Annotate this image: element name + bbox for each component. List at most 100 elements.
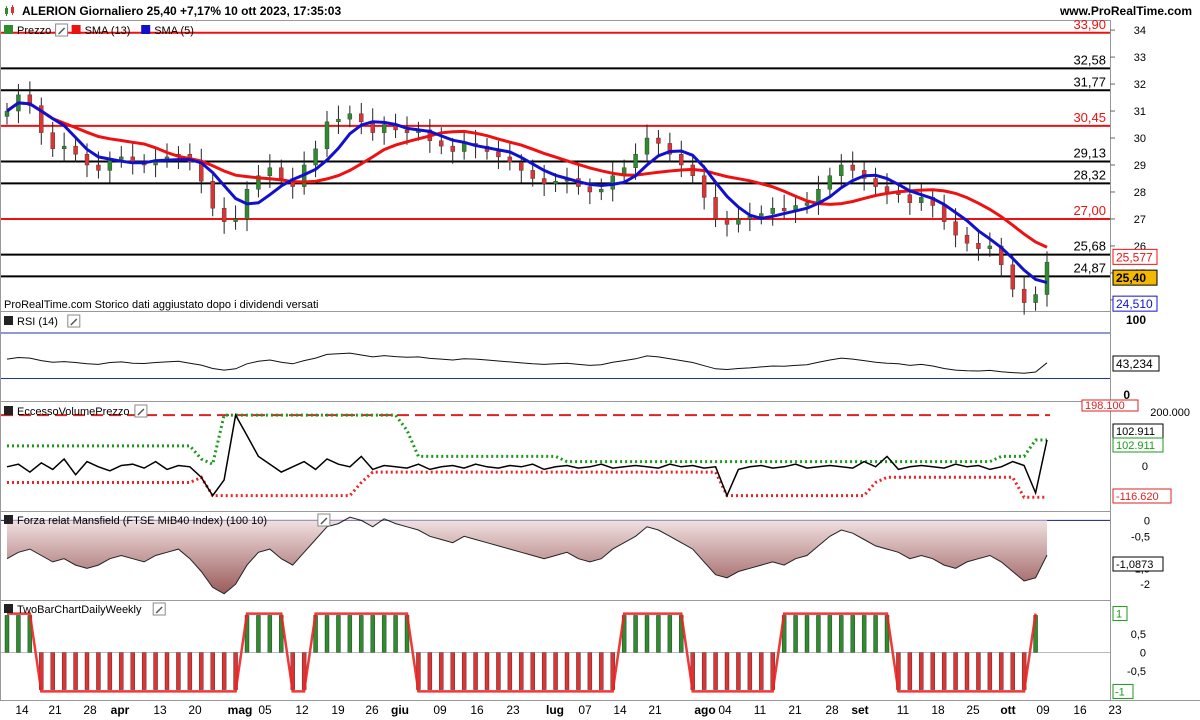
chart-canvas[interactable]: 343332313029282726252433,9032,5831,7730,… — [0, 0, 1200, 720]
twobar-rect — [427, 652, 433, 690]
twobar-rect — [919, 652, 924, 690]
price-candle — [919, 183, 924, 211]
twobar-rect — [381, 615, 387, 653]
twobar-bar — [507, 652, 513, 690]
level-label: 28,32 — [1073, 167, 1106, 182]
twobar-bar — [941, 652, 947, 690]
twobar-rect — [256, 615, 261, 653]
price-candle — [61, 132, 67, 161]
price-candle — [564, 167, 570, 194]
candle-body — [713, 197, 718, 220]
twobar-bar — [587, 652, 593, 690]
twobar-rect — [873, 615, 878, 653]
twobar-bar — [599, 652, 604, 690]
price-candle — [290, 167, 295, 199]
twobar-bar — [759, 652, 764, 690]
price-candle — [587, 178, 593, 205]
twobar-bar — [210, 652, 215, 690]
twobar-bar — [553, 652, 558, 690]
twobar-bar — [324, 615, 330, 653]
twobar-rect — [199, 652, 204, 690]
price-candle — [610, 162, 615, 202]
candle-body — [953, 221, 958, 236]
x-tick-label: 07 — [578, 703, 592, 717]
x-tick-label: 11 — [754, 703, 767, 717]
candle-body — [770, 207, 775, 214]
x-tick-label: apr — [111, 703, 130, 717]
twobar-rect — [153, 652, 158, 690]
twobar-rect — [827, 615, 833, 653]
x-tick-label: 13 — [153, 703, 167, 717]
price-candle — [759, 205, 764, 225]
twobar-rect — [644, 615, 650, 653]
price-candle — [656, 129, 661, 156]
twobar-rect — [210, 652, 215, 690]
twobar-bar — [427, 652, 433, 690]
twobar-bar — [953, 652, 958, 690]
price-y-tick: 31 — [1134, 106, 1146, 118]
twobar-bar — [919, 652, 924, 690]
price-candle — [347, 105, 353, 128]
price-candle — [107, 151, 113, 183]
last-sma5-badge-text: 24,510 — [1116, 297, 1153, 311]
price-candle — [1044, 251, 1050, 307]
twobar-rect — [96, 652, 101, 690]
price-y-tick: 29 — [1134, 160, 1146, 172]
price-candle — [804, 191, 810, 214]
price-candle — [73, 138, 78, 163]
price-candle — [850, 151, 855, 179]
twobar-bar — [644, 615, 650, 653]
twobar-bar — [450, 652, 455, 690]
candle-body — [610, 175, 615, 190]
twobar-bar — [839, 615, 844, 653]
panel-rsi — [0, 311, 1111, 402]
candle-body — [84, 154, 90, 166]
twobar-bar — [221, 652, 227, 690]
candle-body — [701, 175, 707, 198]
twobar-rect — [221, 652, 227, 690]
candle-body — [553, 180, 558, 185]
legend-evp-swatch — [4, 406, 13, 415]
price-candle — [381, 116, 387, 145]
x-tick-label: 19 — [331, 703, 345, 717]
price-candle — [370, 108, 375, 141]
price-candle — [976, 232, 981, 261]
twobar-bar — [850, 615, 855, 653]
price-candle — [679, 140, 684, 178]
twobar-rect — [336, 615, 341, 653]
candle-body — [839, 164, 844, 176]
twobar-rect — [107, 652, 113, 690]
twobar-y-tick: 0,5 — [1131, 629, 1146, 641]
legend-mansfield-label: Forza relat Mansfield (FTSE MIB40 Index)… — [17, 515, 267, 527]
twobar-bar — [999, 652, 1004, 690]
twobar-rect — [473, 652, 478, 690]
twobar-bar — [84, 652, 90, 690]
price-candle — [736, 208, 741, 233]
candle-body — [736, 218, 741, 225]
level-label: 25,68 — [1073, 239, 1106, 254]
price-candle — [461, 132, 467, 160]
twobar-rect — [656, 615, 661, 653]
price-candle — [667, 132, 673, 163]
price-candle — [39, 97, 44, 145]
twobar-rect — [736, 652, 741, 690]
twobar-rect — [541, 652, 547, 690]
twobar-rect — [4, 615, 10, 653]
price-candle — [999, 237, 1004, 277]
legend-sma-label: SMA (13) — [85, 25, 131, 37]
twobar-rect — [861, 615, 867, 653]
legend-prezzo-swatch — [4, 25, 13, 34]
level-label: 30,45 — [1073, 110, 1106, 125]
twobar-rect — [804, 615, 810, 653]
twobar-rect — [907, 652, 913, 690]
candle-body — [73, 145, 78, 155]
candle-body — [496, 151, 501, 158]
candle-body — [679, 154, 684, 166]
candle-body — [313, 148, 318, 166]
level-label: 33,90 — [1073, 17, 1106, 32]
twobar-rect — [964, 652, 970, 690]
twobar-bar — [4, 615, 10, 653]
twobar-bar — [1010, 652, 1015, 690]
x-tick-label: 21 — [48, 703, 62, 717]
price-candle — [244, 181, 250, 232]
